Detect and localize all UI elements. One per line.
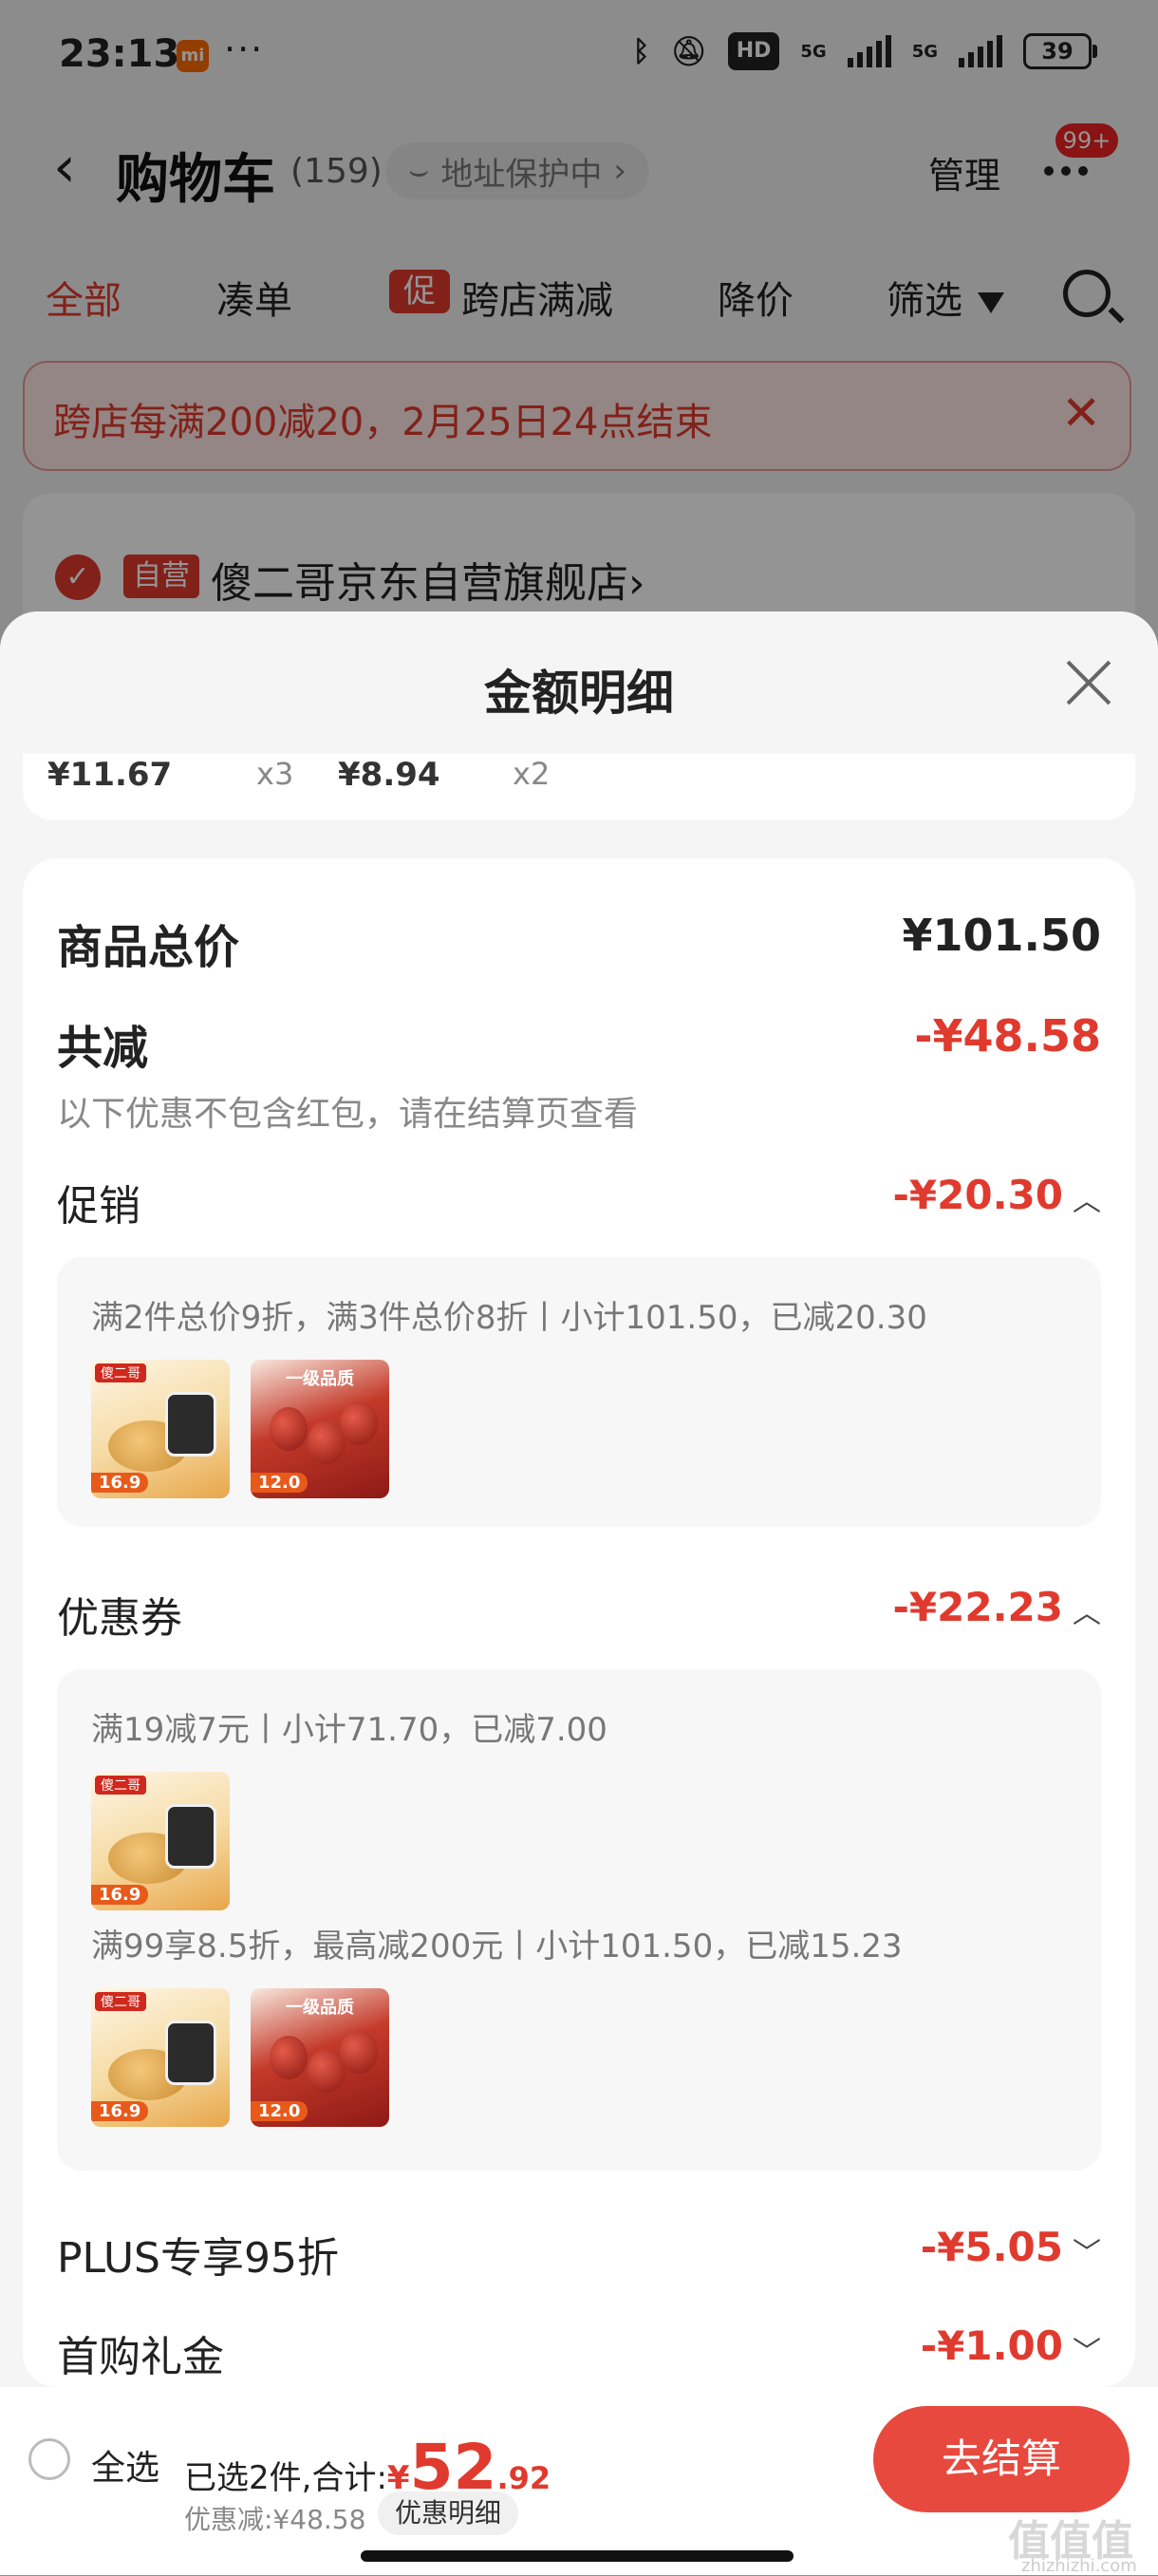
quality-banner: 一级品质 [286,1369,354,1389]
total-decimal: .92 [496,2460,551,2496]
total-price-value: ¥101.50 [902,910,1101,961]
plus-discount-value-wrap: -¥5.05 ﹀ [921,2224,1101,2271]
amount-detail-card: 商品总价 ¥101.50 共减 -¥48.58 以下优惠不包含红包，请在结算页查… [23,858,1135,2387]
product-thumb-jujube[interactable]: 一级品质 12.0 [251,1988,389,2127]
jujube-image [270,2036,308,2079]
chevron-up-icon: ︿ [1073,1184,1101,1218]
thumb-price: 12.0 [251,2101,308,2121]
promotion-label: 促销 [57,1182,140,1231]
jar-image [165,1804,216,1869]
jujube-image [270,1407,308,1451]
brand-badge: 傻二哥 [95,1992,146,2011]
chevron-down-icon: ﹀ [1073,2335,1101,2369]
select-all-label[interactable]: 全选 [91,2440,159,2490]
close-icon[interactable] [1065,659,1112,706]
selected-prefix: 已选2件,合计: [184,2459,387,2497]
home-indicator[interactable] [361,2550,794,2562]
promotion-detail-box: 满2件总价9折，满3件总价8折丨小计101.50，已减20.30 傻二哥 16.… [57,1257,1101,1527]
checkout-bar: 全选 已选2件,合计:¥52.92 优惠减:¥48.58 优惠明细 去结算 值值… [0,2387,1158,2576]
coupon-value: -¥22.23 [892,1584,1063,1630]
item-price: ¥11.67 [47,756,173,794]
coupon-detail-box: 满19减7元丨小计71.70，已减7.00 傻二哥 16.9 满99享8.5折，… [57,1669,1101,2171]
discount-detail-button[interactable]: 优惠明细 [378,2491,519,2535]
jujube-image [340,2030,378,2074]
product-thumb-peanut[interactable]: 傻二哥 16.9 [91,1360,230,1498]
brand-badge: 傻二哥 [95,1776,146,1795]
promotion-value-wrap: -¥20.30 ︿ [892,1172,1101,1219]
thumb-price: 16.9 [91,2101,149,2121]
item-quantity: x2 [513,756,551,792]
amount-detail-sheet: 金额明细 ¥11.67 x3 ¥8.94 x2 商品总价 ¥101.50 共减 … [0,611,1158,2387]
coupon-detail-text-2: 满99享8.5折，最高减200元丨小计101.50，已减15.23 [91,1927,903,1965]
jujube-image [340,1401,378,1445]
jar-image [165,2021,216,2085]
sheet-title: 金额明细 [484,666,674,721]
item-quantity: x3 [256,756,294,792]
chevron-down-icon: ﹀ [1073,2236,1101,2270]
select-all-checkbox[interactable] [28,2438,70,2480]
total-price-label: 商品总价 [57,921,240,974]
coupon-label: 优惠券 [57,1594,182,1643]
thumb-price: 16.9 [91,1885,149,1905]
jar-image [165,1392,216,1457]
product-thumb-jujube[interactable]: 一级品质 12.0 [251,1360,389,1498]
brand-badge: 傻二哥 [95,1363,146,1382]
modal-overlay[interactable] [0,0,1158,665]
first-purchase-value-wrap: -¥1.00 ﹀ [921,2322,1101,2370]
plus-discount-label: PLUS专享95折 [57,2234,339,2283]
checkout-button[interactable]: 去结算 [873,2406,1130,2512]
plus-discount-value: -¥5.05 [920,2224,1063,2270]
discount-summary: 优惠减:¥48.58 [184,2504,366,2535]
reduce-note: 以下优惠不包含红包，请在结算页查看 [57,1095,639,1134]
first-purchase-value: -¥1.00 [920,2322,1063,2369]
promotion-value: -¥20.30 [892,1172,1063,1218]
item-price: ¥8.94 [338,756,440,794]
first-purchase-label: 首购礼金 [57,2333,224,2381]
sheet-header: 金额明细 [0,611,1158,754]
coupon-value-wrap: -¥22.23 ︿ [892,1584,1101,1631]
thumb-price: 16.9 [91,1473,149,1493]
product-thumb-peanut[interactable]: 傻二哥 16.9 [91,1988,230,2127]
product-thumb-peanut[interactable]: 傻二哥 16.9 [91,1772,230,1910]
total-reduce-label: 共减 [57,1022,149,1075]
total-reduce-value: -¥48.58 [914,1010,1101,1062]
quality-banner: 一级品质 [286,1998,354,2018]
promotion-detail-text: 满2件总价9折，满3件总价8折丨小计101.50，已减20.30 [91,1299,927,1337]
chevron-up-icon: ︿ [1073,1596,1101,1630]
thumb-price: 12.0 [251,1473,308,1493]
watermark-url: zhizhizhi.com [1021,2556,1137,2576]
coupon-detail-text-1: 满19减7元丨小计71.70，已减7.00 [91,1711,607,1749]
